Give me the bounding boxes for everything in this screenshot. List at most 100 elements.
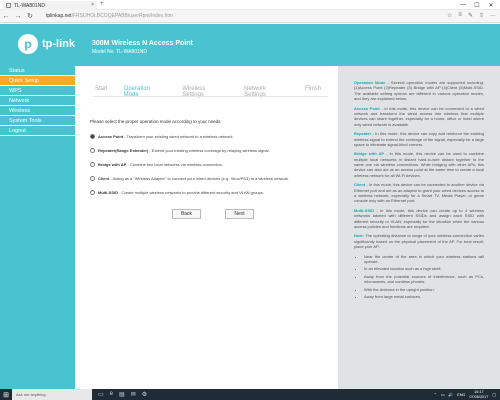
url-host: tplinkap.net [46, 13, 72, 19]
maximize-button[interactable]: ☐ [470, 0, 484, 10]
help-heading: Repeater [354, 131, 372, 137]
help-client: Client - In this mode, this device can b… [354, 182, 484, 204]
option-desc: - Extend your existing wireless coverage… [148, 147, 270, 153]
system-clock[interactable]: 16:17 07/06/2017 [469, 390, 488, 398]
taskbar: ⊞ Ask me anything ▭ e ▤ ✉ ⚙ ⌃ ▭ 🔊 ENG 16… [0, 389, 500, 400]
browser-tab[interactable]: TL-WA801ND × [2, 1, 97, 10]
url-field[interactable]: tplinkap.net/FRSUHOLBCOQEPABB/userRpm/In… [46, 13, 173, 19]
forward-icon[interactable]: → [12, 10, 24, 22]
taskbar-apps: ▭ e ▤ ✉ ⚙ [98, 391, 147, 398]
settings-icon[interactable]: ⚙ [142, 391, 147, 398]
address-bar: ← → ↻ tplinkap.net/FRSUHOLBCOQEPABB/user… [0, 10, 500, 23]
close-window-button[interactable]: ✕ [484, 0, 498, 10]
router-header: p tp-link 300M Wireless N Access Point M… [0, 24, 500, 66]
language-indicator[interactable]: ENG [457, 393, 465, 397]
product-title: 300M Wireless N Access Point [92, 40, 193, 47]
tab-close-icon[interactable]: × [91, 2, 94, 8]
window-controls: — ☐ ✕ [456, 0, 498, 10]
more-icon[interactable]: … [490, 12, 496, 19]
radio-access-point[interactable] [90, 133, 95, 139]
new-tab-button[interactable]: + [100, 1, 104, 7]
back-button[interactable]: Back [172, 209, 201, 219]
refresh-icon[interactable]: ↻ [24, 10, 36, 22]
option-repeater[interactable]: Repeater(Range Extender) - Extend your e… [90, 143, 330, 157]
help-access-point: Access Point - In this mode, this device… [354, 106, 484, 128]
volume-icon[interactable]: 🔊 [448, 392, 453, 397]
sidebar-item-network[interactable]: Network [0, 96, 75, 106]
help-panel: Operation Mode - Several operation modes… [338, 66, 500, 389]
option-desc: - Transform your existing wired network … [123, 133, 234, 139]
help-tip: With the Antenna in the upright position… [364, 287, 484, 292]
address-bar-actions: ☆ ≡ ✎ ⇧ … [447, 12, 496, 19]
option-desc: - Create multiple wireless networks to p… [118, 189, 264, 195]
help-heading: Bridge with AP [354, 151, 385, 157]
system-tray: ⌃ ▭ 🔊 ENG 16:17 07/06/2017 ▢ [434, 389, 496, 400]
tp-link-logo-icon: p [18, 34, 38, 54]
option-text: Multi-SSID - Create multiple wireless ne… [98, 190, 264, 195]
option-text: Bridge with AP - Combine two local netwo… [98, 162, 223, 167]
quick-setup-wizard: Start Operation Mode Wireless Settings N… [75, 66, 337, 389]
mode-prompt: Please select the proper operation mode … [90, 119, 222, 124]
radio-client[interactable] [90, 175, 95, 181]
tab-title: TL-WA801ND [14, 2, 45, 9]
sidebar-item-quick-setup[interactable]: Quick Setup [0, 76, 75, 86]
help-bridge: Bridge with AP - In this mode, this devi… [354, 151, 484, 178]
mail-icon[interactable]: ✉ [131, 391, 136, 398]
notes-icon[interactable]: ✎ [468, 12, 473, 19]
sidebar-item-logout[interactable]: Logout [0, 126, 75, 136]
favorite-icon[interactable]: ☆ [447, 12, 452, 19]
help-tip: Away from the potential sources of inter… [364, 274, 484, 285]
help-tip: In an elevated location such as a high s… [364, 266, 484, 271]
option-text: Access Point - Transform your existing w… [98, 134, 234, 139]
page-icon [6, 3, 11, 8]
option-bridge-with-ap[interactable]: Bridge with AP - Combine two local netwo… [90, 157, 330, 171]
next-button[interactable]: Next [225, 209, 254, 219]
hub-icon[interactable]: ≡ [458, 12, 462, 19]
sidebar-menu: Status Quick Setup WPS Network Wireless … [0, 66, 75, 389]
help-heading: Client [354, 182, 366, 188]
help-heading: Operation Mode [354, 80, 386, 85]
sidebar-item-status[interactable]: Status [0, 66, 75, 76]
help-tip: Near the center of the area in which you… [364, 254, 484, 265]
option-name: Bridge with AP [98, 161, 127, 167]
radio-multi-ssid[interactable] [90, 189, 95, 195]
sidebar-item-wireless[interactable]: Wireless [0, 106, 75, 116]
help-note: Note: The operating distance or range of… [354, 233, 484, 249]
logo-text: tp-link [42, 38, 75, 50]
option-name: Multi-SSID [98, 189, 118, 195]
back-icon[interactable]: ← [0, 10, 12, 22]
option-text: Repeater(Range Extender) - Extend your e… [98, 148, 270, 153]
clock-date: 07/06/2017 [469, 394, 489, 399]
file-explorer-icon[interactable]: ▤ [119, 391, 125, 398]
product-info: 300M Wireless N Access Point Model No. T… [92, 40, 193, 55]
windows-start-icon[interactable]: ⊞ [0, 389, 12, 400]
minimize-button[interactable]: — [456, 0, 470, 10]
task-view-icon[interactable]: ▭ [98, 391, 104, 398]
help-text: - In this mode, this device can be conne… [354, 182, 484, 204]
option-client[interactable]: Client - Acting as a "Wireless Adapter" … [90, 171, 330, 185]
help-repeater: Repeater - In this mode, this device can… [354, 131, 484, 147]
help-tip: Away from large metal surfaces. [364, 294, 484, 299]
help-multi-ssid: Multi-SSID - In this mode, this device c… [354, 208, 484, 230]
share-icon[interactable]: ⇧ [479, 12, 484, 19]
option-text: Client - Acting as a "Wireless Adapter" … [98, 176, 289, 181]
option-name: Repeater(Range Extender) [98, 147, 149, 153]
option-desc: - Acting as a "Wireless Adapter" to conn… [109, 175, 290, 181]
help-text: - In this mode, this device can copy and… [354, 131, 484, 147]
help-heading: Note [354, 233, 363, 239]
taskbar-search-input[interactable]: Ask me anything [12, 389, 92, 400]
edge-icon[interactable]: e [110, 391, 113, 398]
help-tips: Near the center of the area in which you… [364, 254, 484, 300]
tray-chevron-icon[interactable]: ⌃ [434, 392, 437, 397]
option-name: Client [98, 175, 110, 181]
browser-titlebar: TL-WA801ND × + — ☐ ✕ [0, 0, 500, 10]
network-icon[interactable]: ▭ [441, 392, 445, 397]
option-multi-ssid[interactable]: Multi-SSID - Create multiple wireless ne… [90, 185, 330, 199]
radio-bridge-with-ap[interactable] [90, 161, 95, 167]
radio-repeater[interactable] [90, 147, 95, 153]
sidebar-item-wps[interactable]: WPS [0, 86, 75, 96]
help-text: - In this mode, this device can create u… [354, 207, 484, 229]
notifications-icon[interactable]: ▢ [492, 392, 496, 397]
option-access-point[interactable]: Access Point - Transform your existing w… [90, 129, 330, 143]
sidebar-item-system-tools[interactable]: System Tools [0, 116, 75, 126]
